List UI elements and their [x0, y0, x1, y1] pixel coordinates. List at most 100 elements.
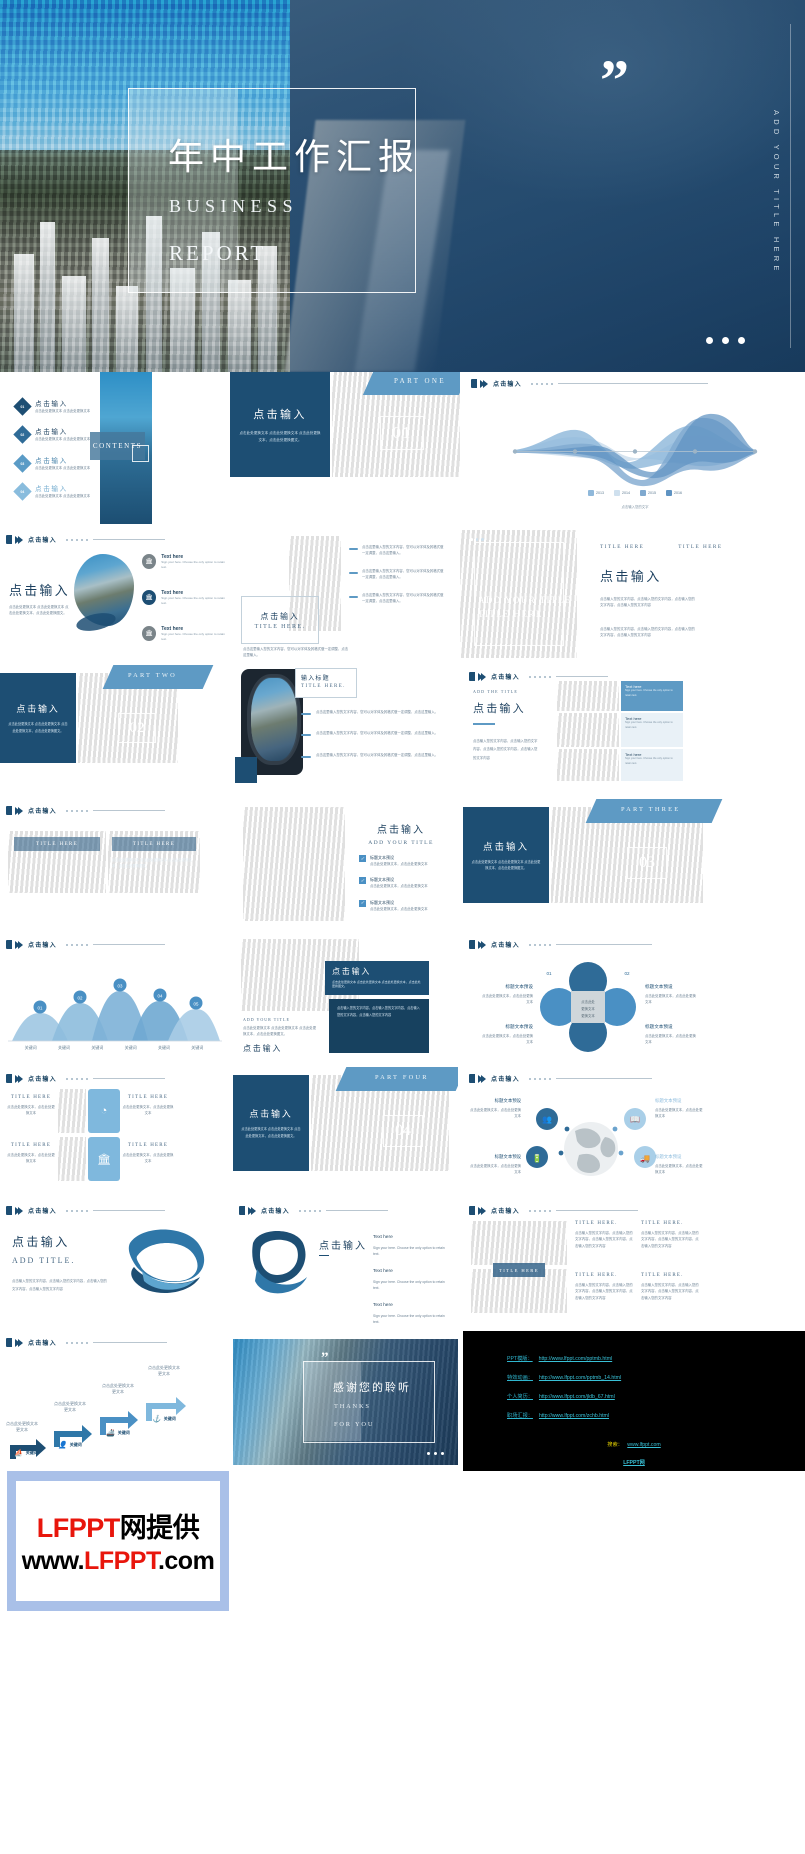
- slide-circle-diagram[interactable]: 点击输入 点击此处 更换文本 更换文本 01 02 标题文本预设 点击此处更换文…: [463, 933, 805, 1063]
- quad-cell[interactable]: TITLE HERE 点击此处更换文本，点击此处更换文本: [6, 1143, 56, 1165]
- slide-ring-text[interactable]: 点击输入 点击输入 Text here Sign your here. Choo…: [233, 1199, 458, 1327]
- slide-contents[interactable]: 01 点击输入 点击此处更换文本 点击此处更换文本 02 点击输入 点击此处更换文本…: [0, 372, 225, 524]
- slide-links[interactable]: PPT模版： http://www.lfppt.com/pptmb.html 特…: [463, 1331, 805, 1471]
- link-url[interactable]: http://www.lfppt.com/pptmb.html: [539, 1356, 613, 1362]
- svg-text:点击此处更换文本: 点击此处更换文本: [148, 1364, 180, 1370]
- diagram-label-left-top: 标题文本预设 点击此处更换文本，点击此处更换文本: [481, 975, 533, 1006]
- grid-text-cell[interactable]: TITLE HERE. 点击输入您的文字内容，点击输入您的文字内容，点击输入您的…: [575, 1273, 633, 1301]
- bullet-item[interactable]: 点击这里输入您的文字内容，您可以对字体及其格式做一定调整，点击这里输入。: [301, 709, 447, 715]
- flow-step[interactable]: ⚓ 关键词: [152, 1415, 176, 1423]
- bullet-item[interactable]: 点击这里输入您的文字内容，您可以对字体及其格式做一定调整，点击这里输入。: [301, 752, 447, 758]
- feature-item[interactable]: 🏛 Text here Sign your here. Choose the on…: [142, 626, 228, 643]
- slide-arrow-flow[interactable]: 点击输入 点击此处更换文本 更文本 点击此处更换文本 更文本 点击此处更换文本 …: [0, 1331, 228, 1471]
- slide-hills-chart[interactable]: 点击输入 01 02 03 04 05 关键词 关键词 关键词 关键词 关键词 …: [0, 933, 228, 1063]
- slide-area-chart[interactable]: 点击输入 2013 2014 2015 2016 点击输入您的文字: [465, 372, 805, 524]
- header-title: 点击输入: [261, 1209, 290, 1215]
- slide-two-titles[interactable]: TITLE HERE TITLE HERE 点击输入 点击输入您的文字内容，点击…: [582, 528, 805, 661]
- header-dots: [65, 538, 88, 541]
- slide-photo-navy-box[interactable]: 点击输入 点击此处更换文本 点击此处更换文本 点击此处更换文本，点击此处更换图文…: [233, 933, 458, 1063]
- slide-section-03[interactable]: 点击输入 点击此处更换文本 点击此处更换文本 点击此处更换文本，点击此处更换图文…: [463, 799, 805, 929]
- slide-window-bullets[interactable]: 输入标题 TITLE HERE. 点击这里输入您的文字内容，您可以对字体及其格式…: [233, 665, 458, 795]
- feature-item[interactable]: 🏛 Text here Sign your here. Choose the on…: [142, 590, 228, 607]
- header-title: 点击输入: [28, 943, 57, 949]
- link-url[interactable]: http://www.lfppt.com/pptmb_14.html: [539, 1375, 621, 1381]
- slide-checklist[interactable]: 点击输入 ADD YOUR TITLE ✓ 标题文本预设 点击此处更换文本，点击此…: [233, 799, 458, 929]
- footer-brand: LFPPT: [36, 1513, 121, 1543]
- mosaic-desc: Sign your here. Choose the only option t…: [625, 757, 673, 765]
- mosaic-text[interactable]: Text here Sign your here. Choose the onl…: [621, 681, 683, 711]
- contents-item-title: 点击输入: [35, 457, 68, 465]
- card-body: 点击这里输入您的文字内容，您可以对字体及其格式做一定调整，点击这里输入。: [243, 647, 349, 658]
- slide-photo-bullets[interactable]: 点击这里输入您的文字内容，您可以对字体及其格式做一定调整，点击这里输入。 点击这…: [233, 528, 455, 661]
- slide-blob-features[interactable]: 点击输入 点击输入 点击此处更换文本 点击此处更换文本 点击此处更换文本，点击此…: [0, 528, 228, 661]
- slide-section-04[interactable]: 点击输入 点击此处更换文本 点击此处更换文本 点击此处更换文本，点击此处更换图文…: [233, 1067, 458, 1195]
- quad-cell[interactable]: TITLE HERE 点击此处更换文本，点击此处更换文本: [122, 1095, 174, 1117]
- grid-text-cell[interactable]: TITLE HERE. 点击输入您的文字内容，点击输入您的文字内容，点击输入您的…: [575, 1221, 633, 1249]
- mosaic-photo: [557, 681, 619, 711]
- slide-header: 点击输入: [469, 1206, 638, 1215]
- grid-text-cell[interactable]: TITLE HERE. 点击输入您的文字内容，点击输入您的文字内容，点击输入您的…: [641, 1221, 699, 1249]
- slide-ribbon-title[interactable]: 点击输入 点击输入 ADD TITLE. 点击输入您的文字内容，点击输入您的文字…: [0, 1199, 228, 1327]
- feature-item[interactable]: 🏛 Text here Sign your here. Choose the on…: [142, 554, 228, 571]
- slide-section-02[interactable]: 点击输入 点击此处更换文本 点击此处更换文本 点击此处更换文本，点击此处更换图文…: [0, 665, 228, 795]
- slide-quad-titles[interactable]: 点击输入 ◔ TITLE HERE 点击此处更换文本，点击此处更换文本 TITL…: [0, 1067, 228, 1195]
- link-url[interactable]: http://www.lfppt.com/zchb.html: [539, 1413, 609, 1419]
- checklist-item[interactable]: ✓ 标题文本预设 点击此处更换文本，点击此处更换文本: [359, 899, 449, 912]
- svg-text:点击此处更换文本: 点击此处更换文本: [102, 1382, 134, 1388]
- cell-body: 点击此处更换文本，点击此处更换文本: [7, 1105, 55, 1116]
- bullet-item[interactable]: 点击这里输入您的文字内容，您可以对字体及其格式做一定调整，点击这里输入。: [301, 730, 447, 737]
- axis-label: 关键词: [157, 1045, 170, 1050]
- link-row[interactable]: 职场汇报： http://www.lfppt.com/zchb.html: [507, 1412, 805, 1419]
- mosaic-text[interactable]: Text here Sign your here. Choose the onl…: [621, 749, 683, 781]
- search-url[interactable]: www.lfppt.com: [627, 1442, 660, 1448]
- svg-text:更换文本: 更换文本: [581, 1013, 595, 1018]
- link-row[interactable]: 个人简历： http://www.lfppt.com/jldb_67.html: [507, 1393, 805, 1400]
- title-right: TITLE HERE: [678, 544, 723, 550]
- bullet-list: 点击这里输入您的文字内容，您可以对字体及其格式做一定调整，点击这里输入。 点击这…: [349, 544, 445, 605]
- slide-photo-overlay-title[interactable]: ADD YOUR TITLE TITLE HERE.: [460, 528, 577, 661]
- bullet-item[interactable]: 点击这里输入您的文字内容，您可以对字体及其格式做一定调整，点击这里输入。: [349, 544, 445, 557]
- link-url[interactable]: http://www.lfppt.com/jldb_67.html: [539, 1394, 615, 1400]
- slide-globe-diagram[interactable]: 点击输入 👥 📖 🔋 🚚 标题文本预设 点击此处更换文本，点击此处更换文本 标题: [463, 1067, 805, 1195]
- ring-item[interactable]: Text here Sign your here. Choose the onl…: [373, 1259, 451, 1292]
- checklist-item[interactable]: ✓ 标题文本预设 点击此处更换文本，点击此处更换文本: [359, 877, 449, 889]
- slide-header: 点击输入: [6, 1338, 167, 1347]
- feature-body: 点击此处更换文本 点击此处更换文本 点击此处更换文本，点击此处更换图文。: [9, 605, 69, 616]
- ring-item[interactable]: Text here Sign your here. Choose the onl…: [373, 1293, 451, 1326]
- bank-icon: 🏛: [88, 1137, 120, 1181]
- diagram-label-right-bottom: 标题文本预设 点击此处更换文本，点击此处更换文本: [645, 1015, 699, 1046]
- mosaic-text[interactable]: Text here Sign your here. Choose the onl…: [621, 713, 683, 747]
- flow-step[interactable]: 🚢 关键词: [106, 1429, 130, 1437]
- thanks-line2: FOR YOU: [334, 1421, 375, 1428]
- grid-photo: [471, 1221, 567, 1265]
- ring-item[interactable]: Text here Sign your here. Choose the onl…: [373, 1225, 451, 1258]
- chevrons-icon: [15, 1338, 23, 1347]
- flow-step[interactable]: 👤 关键词: [58, 1441, 82, 1449]
- grid-text-cell[interactable]: TITLE HERE. 点击输入您的文字内容，点击输入您的文字内容，点击输入您的…: [641, 1273, 699, 1301]
- card-title-en: TITLE HERE.: [301, 684, 346, 689]
- rule: [319, 1255, 329, 1257]
- footer-branding: LFPPT网提供 www.LFPPT.com: [0, 1471, 805, 1665]
- slide-two-photo-titles[interactable]: 点击输入 TITLE HERE TITLE HERE 点击此处更换文本 点击此处…: [0, 799, 228, 929]
- bullet-item[interactable]: 点击这里输入您的文字内容，您可以对字体及其格式做一定调整，点击这里输入。: [349, 568, 445, 581]
- quad-cell[interactable]: TITLE HERE 点击此处更换文本，点击此处更换文本: [6, 1095, 56, 1117]
- checklist-item[interactable]: ✓ 标题文本预设 点击此处更换文本，点击此处更换文本: [359, 855, 449, 867]
- building: [40, 222, 55, 372]
- slide-thanks[interactable]: ” 感谢您的聆听 THANKS FOR YOU: [233, 1331, 458, 1471]
- checklist-photo: [243, 807, 345, 921]
- flow-step[interactable]: ⛵ 关键词: [14, 1449, 38, 1457]
- slide-section-01[interactable]: 点击输入 点击此处更换文本 点击此处更换文本 点击此处更换文本，点击此处更换图文…: [230, 372, 460, 524]
- bullet-item[interactable]: 点击这里输入您的文字内容，您可以对字体及其格式做一定调整，点击这里输入。: [349, 592, 445, 605]
- link-row[interactable]: 特效动画： http://www.lfppt.com/pptmb_14.html: [507, 1374, 805, 1381]
- feature-heading-block: 点击输入 点击此处更换文本 点击此处更换文本 点击此处更换文本，点击此处更换图文…: [9, 580, 71, 617]
- building: [116, 286, 138, 372]
- link-row[interactable]: PPT模版： http://www.lfppt.com/pptmb.html: [507, 1355, 805, 1362]
- search-site-name[interactable]: LFPPT网: [623, 1460, 645, 1466]
- label-title: 标题文本预设: [505, 1024, 533, 1029]
- quad-cell[interactable]: TITLE HERE 点击此处更换文本，点击此处更换文本: [122, 1143, 174, 1165]
- slide-photo-mosaic[interactable]: 点击输入 ADD THE TITLE 点击输入 点击输入您的文字内容，点击输入您…: [463, 665, 805, 795]
- slide-photo-grid-titles[interactable]: 点击输入 TITLE HERE TITLE HERE. 点击输入您的文字内容，点…: [463, 1199, 805, 1327]
- svg-text:05: 05: [194, 1002, 199, 1007]
- title-card: 输入标题 TITLE HERE.: [295, 668, 357, 698]
- links-list: PPT模版： http://www.lfppt.com/pptmb.html 特…: [463, 1355, 805, 1419]
